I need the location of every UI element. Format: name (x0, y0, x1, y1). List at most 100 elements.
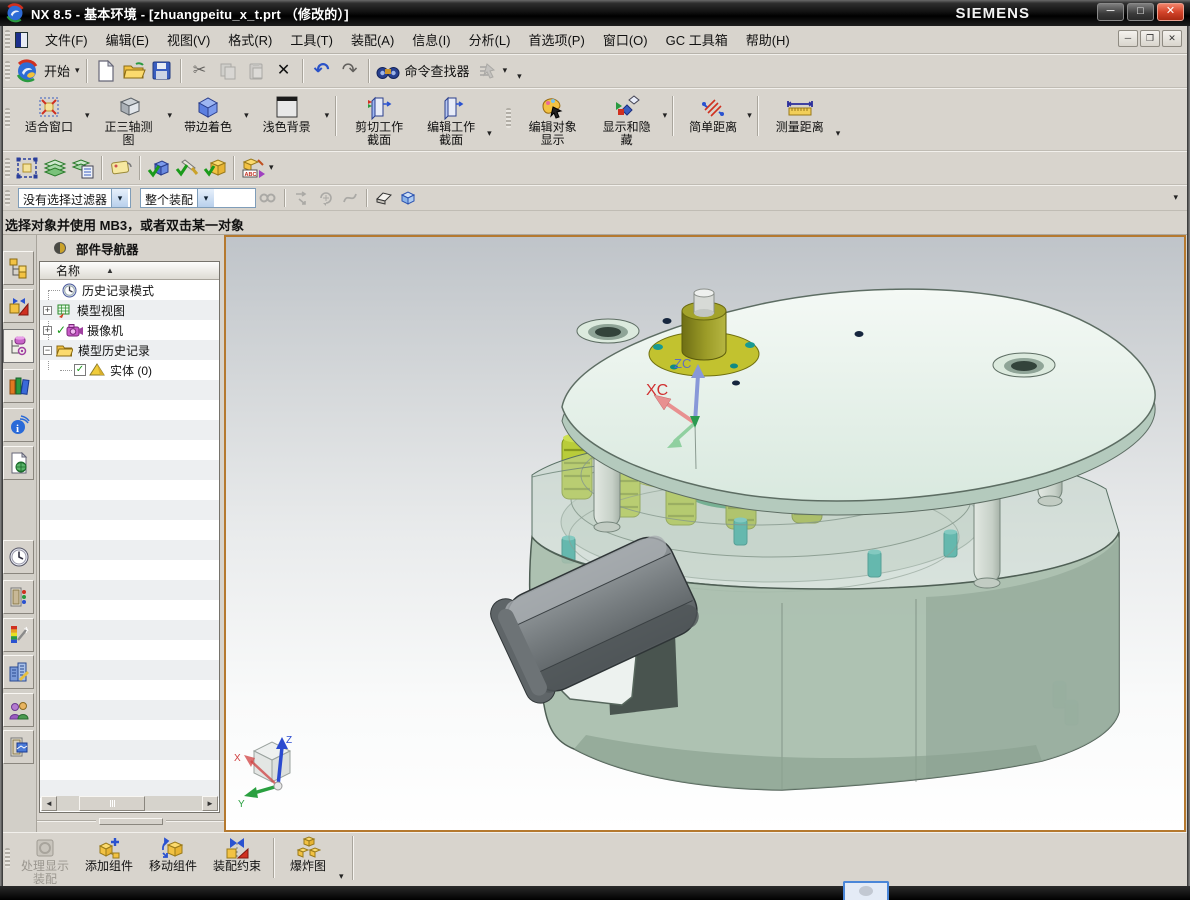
dropdown-icon[interactable]: ▾ (501, 65, 510, 76)
open-button[interactable] (120, 57, 148, 85)
menu-tools[interactable]: 工具(T) (281, 26, 342, 53)
panel-splitter[interactable] (37, 817, 224, 825)
scroll-right-button[interactable]: ► (202, 796, 218, 811)
maximize-button[interactable]: □ (1127, 3, 1154, 21)
doc-restore-button[interactable]: ❐ (1140, 30, 1160, 47)
work-section-toggle-button[interactable] (372, 187, 396, 209)
menu-help[interactable]: 帮助(H) (737, 26, 799, 53)
undo-button[interactable]: ↶ (308, 57, 336, 85)
show-block-check-button[interactable] (145, 154, 173, 182)
start-label[interactable]: 开始 (44, 61, 70, 80)
menu-gc-toolbox[interactable]: GC 工具箱 (657, 26, 737, 53)
scroll-left-button[interactable]: ◄ (41, 796, 57, 811)
part-navigator-tab[interactable] (3, 329, 34, 363)
annotation-note-button[interactable] (107, 154, 135, 182)
menu-window[interactable]: 窗口(O) (594, 26, 657, 53)
combo-dropdown-icon[interactable]: ▾ (111, 189, 128, 207)
group-dropdown-icon[interactable]: ▾ (337, 871, 346, 882)
light-background-button[interactable]: 浅色背景 (249, 88, 325, 134)
minimize-button[interactable]: ─ (1097, 3, 1124, 21)
splitter-grip[interactable] (99, 818, 163, 825)
start-dropdown-icon[interactable]: ▾ (73, 65, 82, 76)
clip-work-section-button[interactable]: 剪切工作截面 (343, 88, 415, 147)
touch-mode-button[interactable] (473, 57, 501, 85)
copy-button[interactable] (214, 57, 242, 85)
expand-icon[interactable]: + (43, 306, 52, 315)
assembly-navigator-tab[interactable] (3, 251, 34, 285)
toolbar-overflow-icon[interactable]: ▾ (1171, 192, 1180, 203)
cut-button[interactable]: ✂ (186, 57, 214, 85)
show-tool-check-button[interactable] (173, 154, 201, 182)
toolbar-grip[interactable] (5, 108, 10, 128)
internet-info-tab[interactable]: i (3, 408, 34, 442)
column-header-name[interactable]: 名称 ▲ (40, 262, 219, 280)
group-dropdown-icon[interactable]: ▾ (487, 128, 492, 139)
doc-close-button[interactable]: ✕ (1162, 30, 1182, 47)
tree-item-history-mode[interactable]: 历史记录模式 (40, 280, 219, 300)
tree-item-solid-body[interactable]: ✓ 实体 (0) (40, 360, 219, 380)
redo-button[interactable]: ↷ (336, 57, 364, 85)
selection-rectangle-button[interactable] (13, 154, 41, 182)
dropdown-icon[interactable]: ▾ (747, 110, 752, 121)
layer-settings-button[interactable] (41, 154, 69, 182)
html-report-tab[interactable] (3, 446, 34, 480)
paste-button[interactable] (242, 57, 270, 85)
roles-tab[interactable] (3, 693, 34, 727)
tree-item-model-views[interactable]: + 模型视图 (40, 300, 219, 320)
toolbar-grip[interactable] (5, 190, 10, 206)
snap-point-button-3[interactable] (338, 187, 362, 209)
toolbar-grip[interactable] (5, 848, 10, 868)
graphics-viewport[interactable]: XC ZC X Y Z (224, 235, 1186, 832)
process-studio-tab[interactable] (3, 580, 34, 614)
toolbar-grip[interactable] (5, 158, 10, 178)
selection-scope-combo[interactable]: 整个装配 ▾ (140, 188, 256, 208)
dropdown-icon[interactable]: ▾ (325, 110, 330, 121)
history-tab[interactable] (3, 540, 34, 574)
add-component-button[interactable]: 添加组件 (77, 832, 141, 873)
edit-object-display-button[interactable]: 编辑对象显示 (515, 88, 591, 147)
menu-analysis[interactable]: 分析(L) (460, 26, 520, 53)
close-button[interactable]: ✕ (1157, 3, 1184, 21)
interpart-links-button[interactable] (256, 187, 280, 209)
show-solid-check-button[interactable] (201, 154, 229, 182)
toolbar-grip[interactable] (506, 108, 511, 128)
show-hide-button[interactable]: 显示和隐藏 (591, 88, 663, 147)
collapse-icon[interactable]: − (43, 346, 52, 355)
doc-minimize-button[interactable]: ─ (1118, 30, 1138, 47)
selection-filter-combo[interactable]: 没有选择过滤器 ▾ (18, 188, 131, 208)
checkbox-checked-icon[interactable]: ✓ (74, 364, 86, 376)
menu-preferences[interactable]: 首选项(P) (519, 26, 593, 53)
fit-window-button[interactable]: 适合窗口 (13, 88, 85, 134)
tree-item-model-history[interactable]: − 模型历史记录 (40, 340, 219, 360)
layer-in-view-button[interactable] (69, 154, 97, 182)
materials-tab[interactable] (3, 618, 34, 652)
background-window-icon[interactable] (843, 881, 889, 900)
assembly-constraints-button[interactable]: 装配约束 (205, 832, 269, 873)
start-button[interactable] (13, 57, 41, 85)
group-dropdown-icon[interactable]: ▾ (836, 128, 841, 139)
move-component-button[interactable]: 移动组件 (141, 832, 205, 873)
new-button[interactable] (92, 57, 120, 85)
constraint-navigator-tab[interactable] (3, 289, 34, 323)
dropdown-icon[interactable]: ▾ (267, 162, 276, 173)
isometric-view-button[interactable]: 正三轴测图 (90, 88, 168, 147)
simple-distance-button[interactable]: 简单距离 (679, 88, 747, 134)
toolbar-grip[interactable] (5, 30, 10, 50)
menu-assemblies[interactable]: 装配(A) (342, 26, 403, 53)
menu-view[interactable]: 视图(V) (158, 26, 219, 53)
edit-work-section-button[interactable]: 编辑工作截面 (415, 88, 487, 147)
shaded-with-edges-button[interactable]: 带边着色 (172, 88, 244, 134)
expand-icon[interactable]: + (43, 326, 52, 335)
annotation-editor-button[interactable]: ABC (239, 154, 267, 182)
menu-file[interactable]: 文件(F) (36, 26, 97, 53)
save-button[interactable] (148, 57, 176, 85)
navigator-hscrollbar[interactable]: ◄ ► (41, 796, 218, 811)
exploded-view-button[interactable]: 爆炸图 (279, 832, 337, 873)
toolbar-overflow-icon[interactable]: ▾ (515, 71, 524, 82)
menu-edit[interactable]: 编辑(E) (97, 26, 158, 53)
snap-point-button-2[interactable] (314, 187, 338, 209)
command-finder-label[interactable]: 命令查找器 (405, 61, 470, 80)
menu-information[interactable]: 信息(I) (403, 26, 459, 53)
tree-item-cameras[interactable]: + ✓ 摄像机 (40, 320, 219, 340)
measure-distance-button[interactable]: 测量距离 (764, 88, 836, 134)
